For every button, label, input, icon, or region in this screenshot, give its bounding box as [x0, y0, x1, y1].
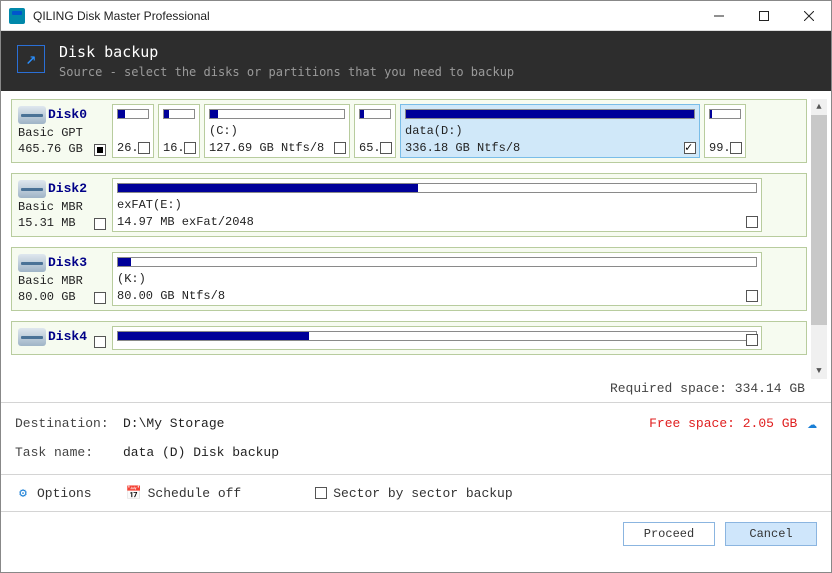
partition-checkbox[interactable]: [184, 142, 196, 154]
disk-size: 80.00 GB: [18, 290, 106, 304]
partition-label: (K:): [117, 272, 757, 286]
usage-bar: [163, 109, 195, 119]
disk-row: Disk0 Basic GPT 465.76 GB 26.16. (C:) 127.69 …: [11, 99, 807, 163]
partition-info: 14.97 MB exFat/2048: [117, 215, 757, 229]
disk-header: Disk3 Basic MBR 80.00 GB: [16, 252, 108, 306]
partition[interactable]: 99.: [704, 104, 746, 158]
partition-checkbox[interactable]: [380, 142, 392, 154]
options-label: Options: [37, 486, 92, 501]
sector-backup-checkbox[interactable]: Sector by sector backup: [315, 486, 512, 501]
maximize-button[interactable]: [741, 1, 786, 31]
partition-label: data(D:): [405, 124, 695, 138]
partition[interactable]: (C:) 127.69 GB Ntfs/8: [204, 104, 350, 158]
partition-info: 80.00 GB Ntfs/8: [117, 289, 757, 303]
usage-bar: [405, 109, 695, 119]
usage-bar: [209, 109, 345, 119]
disk-type: Basic MBR: [18, 274, 106, 288]
disk-size: 15.31 MB: [18, 216, 106, 230]
required-space-label: Required space: 334.14 GB: [1, 379, 831, 402]
partition[interactable]: exFAT(E:) 14.97 MB exFat/2048: [112, 178, 762, 232]
scroll-thumb[interactable]: [811, 115, 827, 325]
usage-bar: [709, 109, 741, 119]
usage-bar: [117, 183, 757, 193]
usage-bar: [117, 331, 757, 341]
free-space-label: Free space: 2.05 GB: [649, 416, 797, 431]
scroll-down-arrow[interactable]: ▼: [811, 363, 827, 379]
usage-bar: [359, 109, 391, 119]
destination-label: Destination:: [15, 416, 123, 431]
cloud-icon[interactable]: ☁: [807, 413, 817, 433]
disk-list-pane: Disk0 Basic GPT 465.76 GB 26.16. (C:) 127.69 …: [1, 91, 831, 402]
disk-header: Disk0 Basic GPT 465.76 GB: [16, 104, 108, 158]
close-button[interactable]: [786, 1, 831, 31]
sector-label: Sector by sector backup: [333, 486, 512, 501]
partition[interactable]: 65.: [354, 104, 396, 158]
partition-checkbox[interactable]: [746, 334, 758, 346]
options-toolbar: ⚙ Options 📅 Schedule off Sector by secto…: [1, 475, 831, 511]
partition-checkbox[interactable]: [746, 290, 758, 302]
gear-icon: ⚙: [15, 485, 31, 501]
disk-icon: [18, 254, 46, 272]
app-icon: [9, 8, 25, 24]
task-name-label: Task name:: [15, 445, 123, 460]
partition[interactable]: 26.: [112, 104, 154, 158]
scroll-up-arrow[interactable]: ▲: [811, 99, 827, 115]
page-subtitle: Source - select the disks or partitions …: [59, 65, 514, 79]
minimize-button[interactable]: [696, 1, 741, 31]
disk-checkbox[interactable]: [94, 292, 106, 304]
schedule-button[interactable]: 📅 Schedule off: [126, 485, 242, 501]
disk-name: Disk3: [48, 255, 87, 270]
disk-row: Disk3 Basic MBR 80.00 GB (K:) 80.00 GB Ntfs/…: [11, 247, 807, 311]
partition-checkbox[interactable]: [730, 142, 742, 154]
page-title: Disk backup: [59, 43, 514, 61]
scroll-track[interactable]: [811, 325, 827, 363]
usage-bar: [117, 109, 149, 119]
disk-checkbox[interactable]: [94, 144, 106, 156]
proceed-button[interactable]: Proceed: [623, 522, 715, 546]
disk-checkbox[interactable]: [94, 336, 106, 348]
disk-name: Disk0: [48, 107, 87, 122]
page-header: ↗ Disk backup Source - select the disks …: [1, 31, 831, 91]
destination-value[interactable]: D:\My Storage: [123, 416, 649, 431]
partition-info: 336.18 GB Ntfs/8: [405, 141, 695, 155]
disk-icon: [18, 328, 46, 346]
options-button[interactable]: ⚙ Options: [15, 485, 92, 501]
checkbox-icon: [315, 487, 327, 499]
window-titlebar: QILING Disk Master Professional: [1, 1, 831, 31]
disk-row: Disk2 Basic MBR 15.31 MB exFAT(E:) 14.97 MB …: [11, 173, 807, 237]
disk-name: Disk2: [48, 181, 87, 196]
usage-bar: [117, 257, 757, 267]
partition[interactable]: [112, 326, 762, 350]
disk-row: Disk4: [11, 321, 807, 355]
backup-icon: ↗: [17, 45, 45, 73]
vertical-scrollbar[interactable]: ▲ ▼: [811, 99, 827, 379]
task-name-value[interactable]: data (D) Disk backup: [123, 445, 817, 460]
cancel-button[interactable]: Cancel: [725, 522, 817, 546]
partition-checkbox[interactable]: [746, 216, 758, 228]
disk-type: Basic MBR: [18, 200, 106, 214]
partition-checkbox[interactable]: [334, 142, 346, 154]
partition[interactable]: 16.: [158, 104, 200, 158]
disk-size: 465.76 GB: [18, 142, 106, 156]
disk-header: Disk2 Basic MBR 15.31 MB: [16, 178, 108, 232]
calendar-icon: 📅: [126, 485, 142, 501]
schedule-label: Schedule off: [148, 486, 242, 501]
disk-name: Disk4: [48, 329, 87, 344]
disk-icon: [18, 180, 46, 198]
partition-checkbox[interactable]: [684, 142, 696, 154]
disk-checkbox[interactable]: [94, 218, 106, 230]
partition-label: exFAT(E:): [117, 198, 757, 212]
partition-checkbox[interactable]: [138, 142, 150, 154]
task-name-row: Task name: data (D) Disk backup: [1, 439, 831, 474]
window-title: QILING Disk Master Professional: [33, 9, 696, 23]
partition[interactable]: (K:) 80.00 GB Ntfs/8: [112, 252, 762, 306]
disk-header: Disk4: [16, 326, 108, 350]
destination-row: Destination: D:\My Storage Free space: 2…: [1, 403, 831, 439]
partition-info: 127.69 GB Ntfs/8: [209, 141, 345, 155]
disk-icon: [18, 106, 46, 124]
footer-buttons: Proceed Cancel: [1, 512, 831, 558]
disk-type: Basic GPT: [18, 126, 106, 140]
partition[interactable]: data(D:) 336.18 GB Ntfs/8: [400, 104, 700, 158]
partition-label: (C:): [209, 124, 345, 138]
